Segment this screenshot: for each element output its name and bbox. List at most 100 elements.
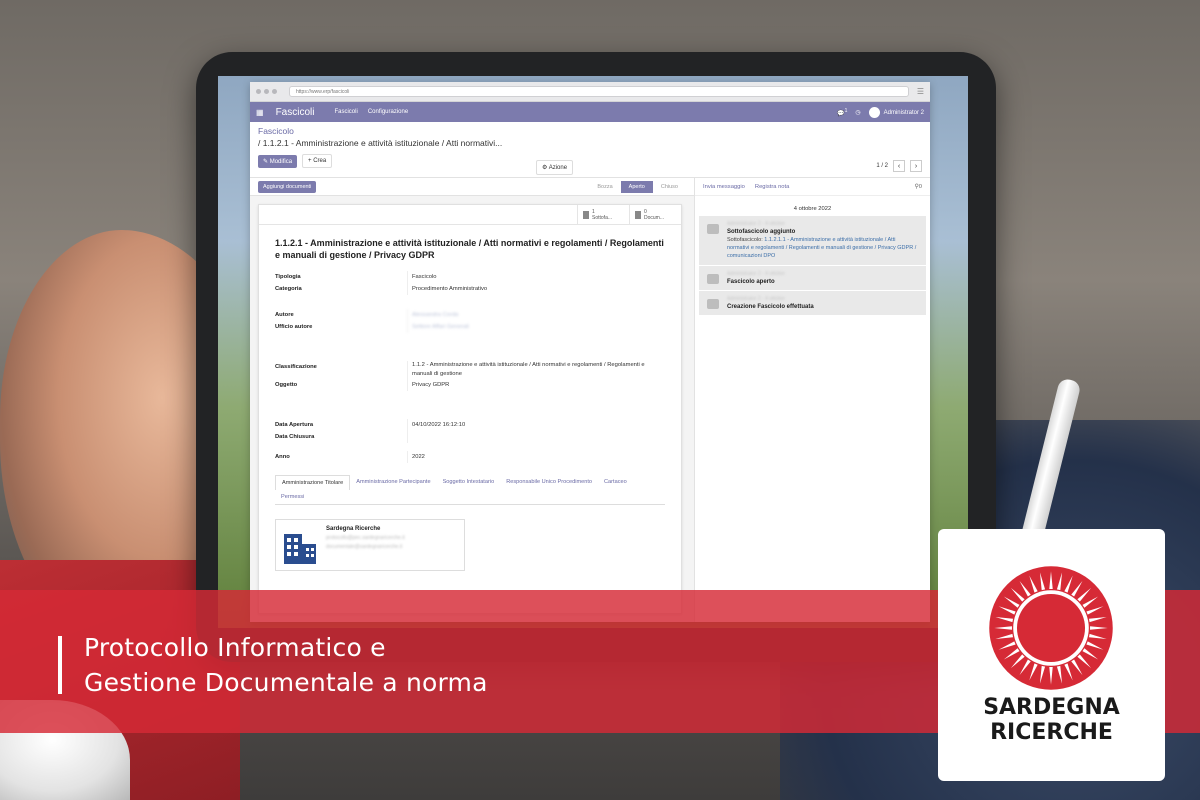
- field-value: Fascicolo: [407, 271, 665, 283]
- window-controls[interactable]: [256, 89, 277, 94]
- organization-card[interactable]: Sardegna Ricerche protocollo@pec.sardegn…: [275, 519, 465, 571]
- field-label: Categoria: [275, 286, 302, 292]
- maximize-dot-icon[interactable]: [272, 89, 277, 94]
- app-navbar: ▦ Fascicoli Fascicoli Configurazione 💬1 …: [250, 102, 930, 122]
- message-title: Fascicolo aperto: [727, 279, 775, 285]
- add-documents-button[interactable]: Aggiungi documenti: [258, 180, 317, 193]
- field-value: Procedimento Amministrativo: [407, 283, 665, 295]
- create-button[interactable]: + Crea: [302, 154, 333, 168]
- field-label: Data Apertura: [275, 422, 314, 428]
- tab-cartaceo[interactable]: Cartaceo: [598, 475, 633, 490]
- pager-value: 1 / 2: [876, 163, 888, 169]
- field-label: Tipologia: [275, 274, 301, 280]
- card-email-blurred: protocollo@pec.sardegnaricerche.it: [326, 535, 405, 541]
- control-buttons: ✎ Modifica + Crea: [258, 154, 922, 168]
- chatter-toolbar: Invia messaggio Registra nota ⚲0: [695, 178, 930, 196]
- field-value: 04/10/2022 16:12:10: [407, 419, 665, 431]
- app-name[interactable]: Fascicoli: [276, 107, 315, 118]
- field-classificazione: Classificazione 1.1.2 - Amministrazione …: [275, 361, 665, 379]
- banner-headline: Protocollo Informatico e Gestione Docume…: [84, 630, 488, 700]
- pager: 1 / 2 ‹ ›: [876, 160, 922, 172]
- card-email-blurred: documentale@sardegnaricerche.it: [326, 544, 403, 550]
- message-author-blurred: Administrator 2 - 4 ottobre: [727, 296, 785, 302]
- field-value: [407, 431, 665, 443]
- field-ufficio-autore: Ufficio autore Settore Affari Generali: [275, 321, 665, 333]
- stage-chiuso[interactable]: Chiuso: [653, 181, 686, 193]
- document-icon: [635, 210, 641, 219]
- tablet-screen: https://www.erp/fascicoli ☰ ▦ Fascicoli …: [218, 76, 968, 628]
- card-body: Sardegna Ricerche protocollo@pec.sardegn…: [326, 526, 405, 564]
- banner-line-2: Gestione Documentale a norma: [84, 668, 488, 697]
- notebook-tabs: Amministrazione Titolare Amministrazione…: [259, 463, 681, 504]
- minimize-dot-icon[interactable]: [264, 89, 269, 94]
- field-label: Autore: [275, 312, 294, 318]
- apps-grid-icon[interactable]: ▦: [256, 108, 264, 117]
- tab-amministrazione-titolare[interactable]: Amministrazione Titolare: [275, 475, 351, 490]
- message-body: Sottofascicolo: 1.1.2.1.1 - Amministrazi…: [727, 236, 918, 260]
- field-label: Oggetto: [275, 382, 298, 388]
- field-value: 2022: [407, 451, 665, 463]
- action-label: Azione: [548, 165, 568, 171]
- document-icon: [583, 210, 589, 219]
- form-sheet: 1 Sottofa... 0 Docum... 1.1.2.1 - Amminist…: [258, 204, 682, 614]
- chat-icon[interactable]: 💬1: [837, 108, 847, 117]
- banner-accent-bar: [58, 636, 62, 694]
- field-data-chiusura: Data Chiusura: [275, 431, 665, 443]
- action-button[interactable]: ⚙ Azione: [536, 160, 574, 175]
- chat-count-badge: 1: [844, 107, 848, 114]
- building-icon: [284, 534, 316, 564]
- chatter-message: Administrator 2 - 4 ottobre Fascicolo ap…: [699, 266, 926, 290]
- clock-icon[interactable]: ◷: [855, 109, 860, 116]
- date-separator: 4 ottobre 2022: [793, 206, 832, 212]
- message-body-prefix: Sottofascicolo:: [727, 237, 765, 243]
- documents-smart-button[interactable]: 0 Docum...: [629, 205, 681, 224]
- message-author-blurred: Administrator 2 - 4 ottobre: [727, 221, 785, 227]
- attachments-button[interactable]: ⚲0: [915, 184, 922, 190]
- subfolder-smart-button[interactable]: 1 Sottofa...: [577, 205, 629, 224]
- card-name: Sardegna Ricerche: [326, 526, 381, 532]
- nav-fascicoli[interactable]: Fascicoli: [334, 109, 357, 115]
- browser-toolbar: https://www.erp/fascicoli ☰: [250, 82, 930, 102]
- field-label: Data Chiusura: [275, 434, 315, 440]
- form-area: Aggiungi documenti Bozza Aperto Chiuso 1…: [250, 178, 694, 622]
- tab-responsabile-unico[interactable]: Responsabile Unico Procedimento: [500, 475, 598, 490]
- chatter-panel: Invia messaggio Registra nota ⚲0 4 ottob…: [694, 178, 930, 622]
- avatar: [868, 106, 880, 118]
- stage-aperto[interactable]: Aperto: [620, 180, 653, 193]
- close-dot-icon[interactable]: [256, 89, 261, 94]
- sun-logo-icon: [989, 566, 1113, 690]
- banner-line-1: Protocollo Informatico e: [84, 633, 386, 662]
- tab-amministrazione-partecipante[interactable]: Amministrazione Partecipante: [350, 475, 436, 490]
- log-note-button[interactable]: Registra nota: [755, 184, 789, 190]
- chatter-message: Administrator 2 - 4 ottobre Creazione Fa…: [699, 291, 926, 315]
- stage-bar: Bozza Aperto Chiuso: [589, 180, 686, 193]
- attachments-count: 0: [918, 183, 922, 190]
- camera-icon: [707, 299, 719, 309]
- browser-menu-icon[interactable]: ☰: [917, 87, 924, 96]
- message-title: Creazione Fascicolo effettuata: [727, 304, 814, 310]
- field-value: 1.1.2 - Amministrazione e attività istit…: [407, 361, 665, 379]
- field-label: Ufficio autore: [275, 324, 313, 330]
- breadcrumb-parent[interactable]: Fascicolo: [258, 126, 922, 136]
- navbar-right: 💬1 ◷ Administrator 2: [837, 106, 924, 118]
- sardegna-ricerche-logo: SARDEGNA RICERCHE: [938, 529, 1165, 781]
- pager-prev-button[interactable]: ‹: [893, 160, 905, 172]
- tab-soggetto-intestatario[interactable]: Soggetto Intestatario: [437, 475, 501, 490]
- create-label: Crea: [313, 158, 327, 164]
- pager-next-button[interactable]: ›: [910, 160, 922, 172]
- breadcrumb-current: / 1.1.2.1 - Amministrazione e attività i…: [258, 138, 503, 148]
- tab-permessi[interactable]: Permessi: [275, 490, 310, 504]
- field-value: Privacy GDPR: [407, 379, 665, 391]
- send-message-button[interactable]: Invia messaggio: [703, 184, 745, 190]
- field-label: Classificazione: [275, 364, 317, 370]
- logo-wordmark: SARDEGNA RICERCHE: [938, 695, 1165, 745]
- user-menu[interactable]: Administrator 2: [868, 106, 924, 118]
- address-bar[interactable]: https://www.erp/fascicoli: [289, 86, 909, 97]
- field-value-blurred: Settore Affari Generali: [407, 321, 665, 333]
- camera-icon: [707, 224, 719, 234]
- stage-bozza[interactable]: Bozza: [589, 181, 620, 193]
- field-label: Anno: [275, 454, 290, 460]
- nav-configurazione[interactable]: Configurazione: [368, 109, 408, 115]
- user-name: Administrator 2: [883, 109, 924, 116]
- edit-button[interactable]: ✎ Modifica: [258, 154, 298, 168]
